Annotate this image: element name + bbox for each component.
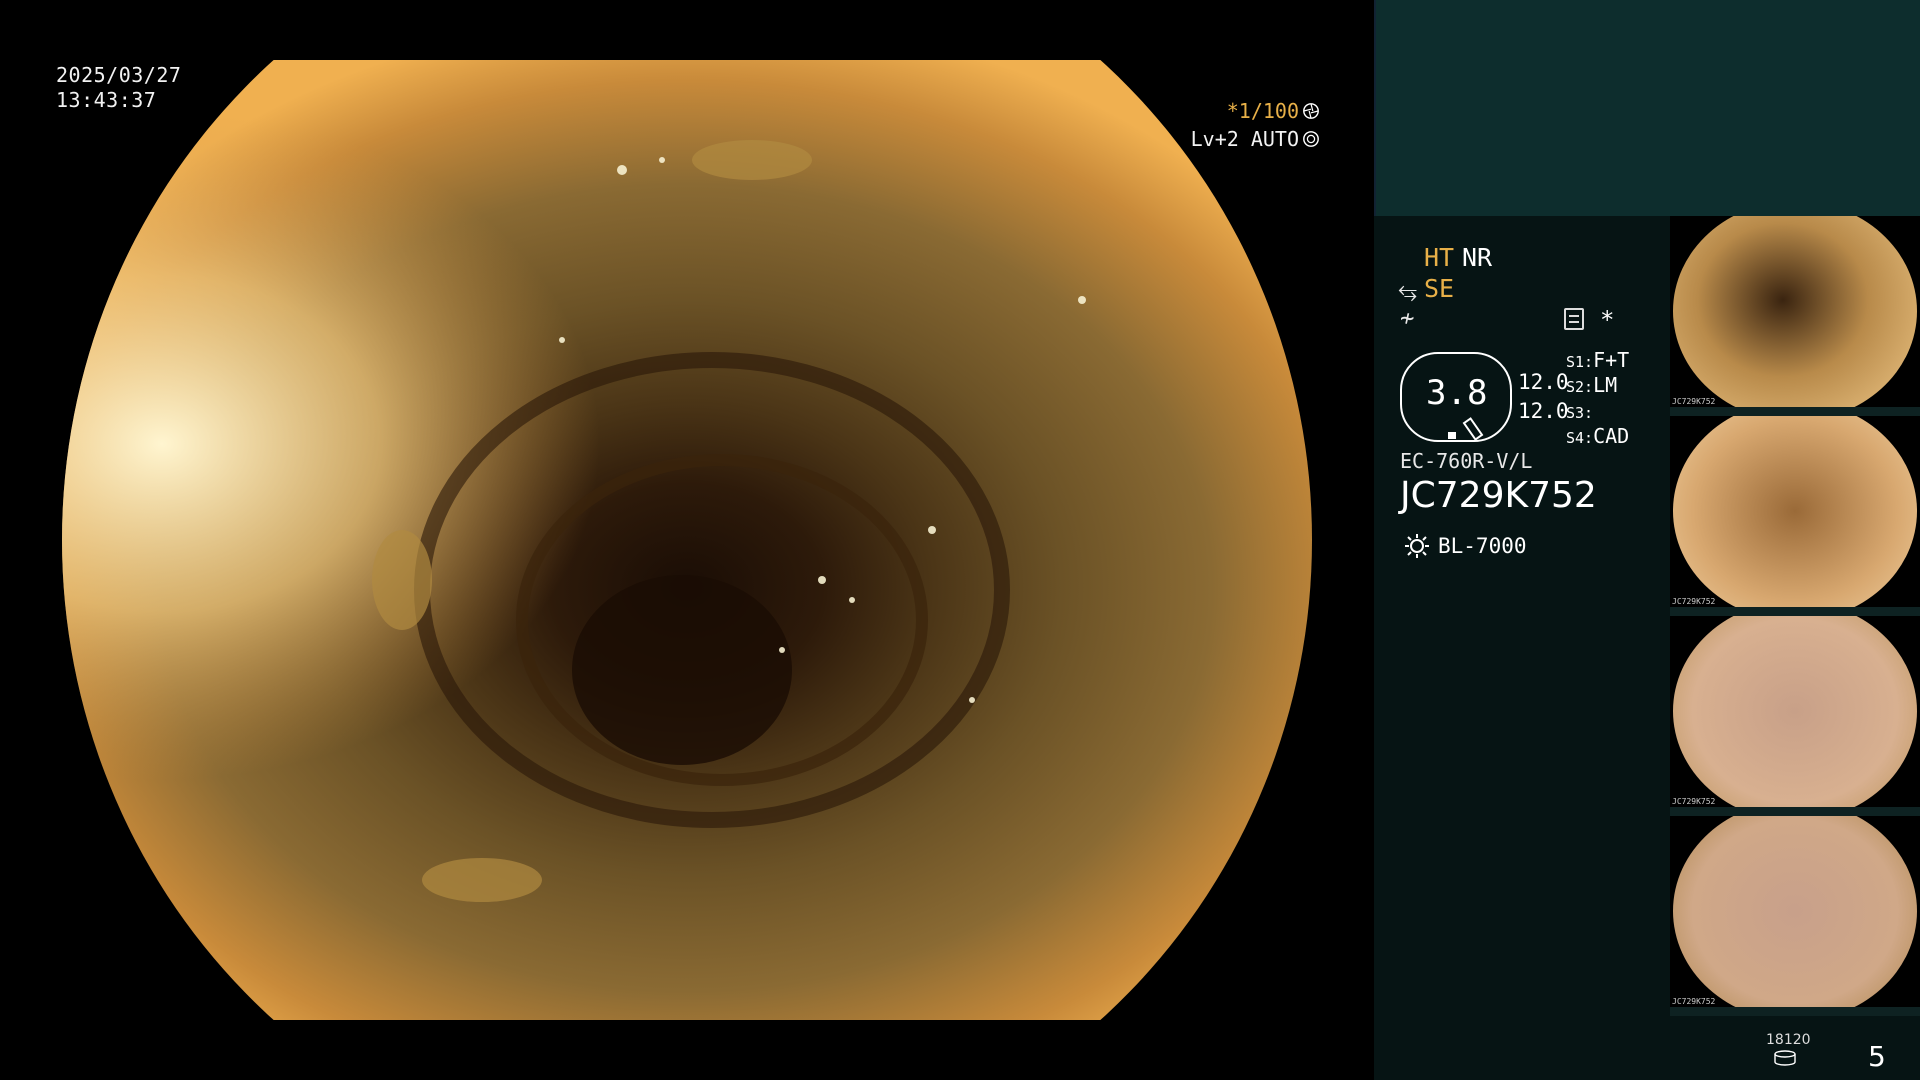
endoscope-image (62, 60, 1312, 1020)
thumbnail-1-label: JC729K752 (1672, 397, 1716, 406)
switch-2-value: LM (1593, 373, 1618, 397)
thumbnail-4-bar (1670, 1007, 1920, 1016)
ht-indicator: HT (1424, 243, 1455, 272)
shutter-value: *1/100 (1226, 99, 1299, 123)
thumbnail-2-bar (1670, 607, 1920, 616)
value-2: 12.0 (1518, 399, 1569, 423)
gauge-marker-icon (1448, 432, 1456, 439)
scope-model: EC-760R-V/L (1400, 449, 1533, 473)
se-indicator: SE (1424, 274, 1455, 303)
thumbnail-2-label: JC729K752 (1672, 597, 1716, 606)
thumbnail-1-bar (1670, 407, 1920, 416)
asterisk-icon: * (1600, 306, 1615, 334)
storage-count: 18120 (1766, 1032, 1811, 1048)
thumbnail-3-bar (1670, 807, 1920, 816)
endoscope-main-view: 2025/03/27 13:43:37 *1/100 Lv+2 AUTO (0, 0, 1372, 1080)
date-readout: 2025/03/27 (56, 63, 182, 87)
light-source-icon (1405, 534, 1429, 558)
thumbnail-1[interactable]: JC729K752 (1670, 216, 1920, 416)
scope-serial: JC729K752 (1400, 475, 1597, 516)
switch-1: S1:F+T (1566, 348, 1629, 372)
thumbnail-3-label: JC729K752 (1672, 797, 1716, 806)
freeze-icon: ≁ (1400, 304, 1415, 332)
switch-2-key: S2: (1566, 378, 1594, 396)
value-1: 12.0 (1518, 370, 1569, 394)
switch-2: S2:LM (1566, 373, 1617, 397)
brightness-value: Lv+2 AUTO (1190, 127, 1299, 151)
thumbnail-3[interactable]: JC729K752 (1670, 616, 1920, 816)
shutter-icon (1303, 103, 1319, 119)
storage-icon (1774, 1050, 1796, 1066)
switch-4-key: S4: (1566, 429, 1594, 447)
thumbnail-4-label: JC729K752 (1672, 997, 1716, 1006)
iris-icon (1303, 131, 1319, 147)
switch-4-value: CAD (1593, 424, 1630, 448)
switch-1-key: S1: (1566, 353, 1594, 371)
brightness-level-readout: Lv+2 AUTO (0, 127, 1372, 151)
thumbnail-4[interactable]: JC729K752 (1670, 816, 1920, 1016)
zoom-value: 3.8 (1426, 373, 1488, 413)
switch-1-value: F+T (1593, 348, 1630, 372)
switch-3-key: S3: (1566, 404, 1594, 422)
light-source-label: BL-7000 (1438, 534, 1527, 558)
thumbnail-2[interactable]: JC729K752 (1670, 416, 1920, 616)
report-icon (1564, 308, 1584, 330)
shutter-readout: *1/100 (0, 99, 1372, 123)
info-panel-header (1374, 0, 1920, 216)
nr-indicator: NR (1462, 243, 1493, 272)
switch-3: S3: (1566, 399, 1593, 423)
page-number: 5 (1868, 1040, 1886, 1073)
enhance-icon: ⥃ (1398, 276, 1418, 304)
switch-4: S4:CAD (1566, 424, 1629, 448)
